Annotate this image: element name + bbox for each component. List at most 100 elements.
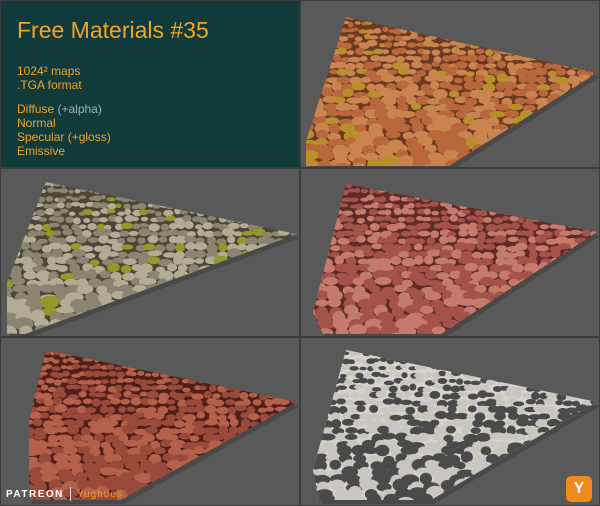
stone-tile <box>591 209 597 216</box>
stone-tile <box>355 47 365 55</box>
stone-tile <box>170 377 180 385</box>
stone-tile <box>248 363 257 369</box>
stone-tile <box>467 405 477 413</box>
stone-tile <box>313 359 318 364</box>
stone-tile <box>309 338 314 341</box>
stone-tile <box>514 203 523 209</box>
stone-tile <box>462 1 466 4</box>
patreon-logo[interactable]: PATREON <box>6 489 64 500</box>
stone-tile <box>375 390 387 398</box>
stone-tile <box>576 209 585 217</box>
stone-tile <box>221 391 230 399</box>
stone-tile <box>301 358 304 363</box>
stone-tile <box>443 195 452 201</box>
stone-tile <box>254 177 259 181</box>
stone-tile <box>505 48 517 55</box>
stone-tile <box>384 176 389 180</box>
stone-tile <box>271 338 277 341</box>
stone-tile <box>494 1 500 3</box>
stone-tile <box>469 43 480 49</box>
stone-tile <box>381 49 389 55</box>
stone-tile <box>259 211 269 216</box>
stone-tile <box>59 188 69 194</box>
stone-tile <box>106 169 112 173</box>
stone-tile <box>75 338 79 341</box>
stone-tile <box>494 393 503 401</box>
stone-tile <box>393 351 400 355</box>
stone-tile <box>313 400 320 407</box>
stone-tile <box>374 353 380 357</box>
stone-tile <box>196 411 205 419</box>
stone-tile <box>399 2 403 5</box>
stone-tile <box>306 60 308 69</box>
stone-tile <box>371 358 380 363</box>
author-name[interactable]: Yughues <box>77 489 123 500</box>
stone-tile <box>212 399 225 407</box>
stone-tile <box>352 277 365 286</box>
stone-tile <box>483 345 488 349</box>
stone-tile <box>419 21 428 26</box>
stone-tile <box>563 203 575 210</box>
stone-tile <box>12 284 28 293</box>
stone-tile <box>583 351 590 356</box>
stone-tile <box>365 29 375 35</box>
stone-tile <box>440 42 451 47</box>
stone-tile <box>578 461 593 470</box>
stone-tile <box>596 27 597 32</box>
stone-tile <box>508 473 523 485</box>
stone-tile <box>7 407 20 413</box>
stone-tile <box>565 184 573 188</box>
stone-tile <box>15 352 21 357</box>
stone-tile <box>61 183 67 188</box>
stone-tile <box>374 276 392 286</box>
stone-tile <box>317 150 335 161</box>
stone-tile <box>490 346 496 350</box>
stone-tile <box>379 357 388 362</box>
stone-tile <box>271 272 288 279</box>
stone-tile <box>579 285 595 297</box>
stone-tile <box>332 169 338 171</box>
stone-tile <box>482 216 493 223</box>
stone-tile <box>416 8 421 11</box>
stone-tile <box>589 1 593 3</box>
stone-tile <box>197 376 207 384</box>
stone-tile <box>149 418 162 428</box>
stone-tile <box>560 154 583 166</box>
stone-tile <box>541 380 551 386</box>
stone-tile <box>187 231 196 237</box>
stone-tile <box>365 418 375 428</box>
stone-tile <box>219 358 225 363</box>
stone-tile <box>559 17 567 19</box>
stone-tile <box>440 210 448 215</box>
stone-tile <box>66 351 73 357</box>
stone-tile <box>8 386 16 393</box>
stone-tile <box>112 189 121 194</box>
stone-tile <box>458 190 466 196</box>
stone-tile <box>265 286 284 295</box>
stone-tile <box>313 307 316 316</box>
stone-tile <box>62 228 73 236</box>
stone-tile <box>301 202 303 207</box>
stone-tile <box>508 20 517 25</box>
stone-tile <box>461 426 471 435</box>
stone-tile <box>420 190 428 195</box>
stone-tile <box>35 230 46 236</box>
stone-tile <box>481 169 485 173</box>
stone-tile <box>313 184 315 189</box>
stone-tile <box>339 351 346 356</box>
stone-tile <box>495 21 505 27</box>
stone-tile <box>301 474 302 486</box>
stone-tile <box>404 17 413 19</box>
stone-tile <box>500 223 513 230</box>
stone-tile <box>561 188 571 195</box>
stone-tile <box>596 136 597 149</box>
stone-tile <box>93 317 113 331</box>
stone-tile <box>426 237 435 245</box>
stone-tile <box>354 21 361 25</box>
stone-tile <box>475 63 485 70</box>
stone-tile <box>352 338 357 341</box>
stone-tile <box>151 364 157 371</box>
stone-tile <box>432 89 448 99</box>
stone-tile <box>443 297 460 307</box>
stone-tile <box>382 26 389 33</box>
